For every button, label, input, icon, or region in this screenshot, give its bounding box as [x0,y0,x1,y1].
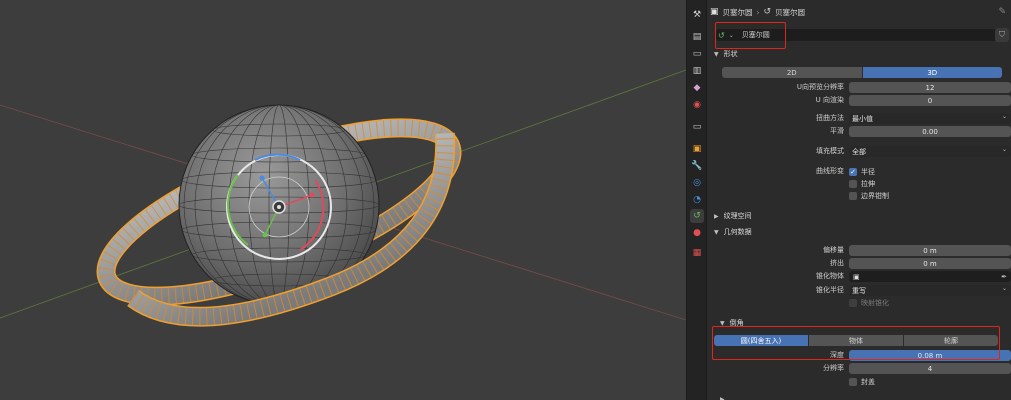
collapsed-arrow-icon: ▶ [714,212,719,220]
viewport-scene [0,69,686,327]
section-texture-space-title: 纹理空间 [723,212,752,220]
physics-tab-icon[interactable]: ◔ [690,193,704,207]
render-tab-icon[interactable]: ▤ [690,30,704,44]
resolution-label: 分辨率 [823,364,844,372]
section-shape[interactable]: ▼ 形状 [708,47,1011,61]
resolution-field[interactable]: 4 [849,363,1011,374]
taper-radius-value: 重写 [852,286,866,295]
section-texture-space[interactable]: ▶ 纹理空间 [708,209,1011,223]
smooth-field[interactable]: 0.00 [849,126,1011,137]
fill-mode-dropdown[interactable]: 全部 ⌄ [849,146,1011,157]
offset-label: 偏移量 [823,246,844,254]
datablock-name-value[interactable]: 贝塞尔圆 [742,30,770,40]
twist-method-dropdown[interactable]: 最小值 ⌄ [849,113,1011,124]
taper-object-field[interactable]: ▣ ✒ [849,271,1011,282]
fill-mode-value: 全部 [852,147,866,156]
dim-3d-button[interactable]: 3D [862,67,1002,78]
chevron-down-icon[interactable]: ⌄ [729,32,734,39]
twist-method-value: 最小值 [852,114,873,123]
dim-2d-button[interactable]: 2D [722,67,863,78]
fill-caps-checkbox[interactable]: 封盖 [849,377,875,387]
curve-data-icon: ↺ [718,30,725,40]
section-shape-title: 形状 [723,50,738,58]
checkbox-icon [849,192,857,200]
breadcrumb-data[interactable]: 贝塞尔圆 [775,7,805,18]
bevel-mode-object-button[interactable]: 物体 [809,335,904,346]
collapsed-arrow-icon: ▶ [720,395,725,400]
object-icon: ▣ [853,272,860,281]
chevron-down-icon: ⌄ [1001,146,1007,153]
bounds-clamp-checkbox[interactable]: 边界钳制 [849,191,889,201]
properties-editor: ⚒ ▤ ▭ ▥ ◆ ◉ ▭ ▣ 🔧 ◎ ◔ ↺ ● ▦ ▣ 贝塞尔圆 › ↺ 贝… [686,0,1011,400]
offset-field[interactable]: 0 m [849,245,1011,256]
particles-tab-icon[interactable]: ◎ [690,176,704,190]
taper-object-label: 锥化物体 [816,272,844,280]
modifier-tab-icon[interactable]: 🔧 [690,159,704,173]
3d-viewport[interactable] [0,0,686,400]
section-geometry[interactable]: ▼ 几何数据 [708,225,1011,239]
checkmark-icon: ✓ [849,168,857,176]
radius-label: 半径 [861,168,875,176]
chevron-down-icon: ⌄ [1001,113,1007,120]
u-render-label: U 向渲染 [815,96,844,104]
map-taper-checkbox[interactable]: 映射锥化 [849,298,889,308]
breadcrumb: ▣ 贝塞尔圆 › ↺ 贝塞尔圆 ✎ [708,0,1011,24]
checkbox-icon [849,378,857,386]
taper-radius-dropdown[interactable]: 重写 ⌄ [849,285,1011,296]
u-render-field[interactable]: 0 [849,95,1011,106]
expanded-arrow-icon: ▼ [714,50,719,58]
expanded-arrow-icon: ▼ [714,228,719,236]
object-icon: ▣ [710,7,719,17]
section-bevel-title: 倒角 [729,319,744,327]
fill-caps-label: 封盖 [861,378,875,386]
checkbox-icon [849,299,857,307]
bevel-mode-toggle: 圆(四舍五入) 物体 轮廓 [714,335,998,346]
bevel-mode-round-button[interactable]: 圆(四舍五入) [714,335,809,346]
u-preview-field[interactable]: 12 [849,82,1011,93]
section-next[interactable]: ▶ [708,392,1011,400]
properties-panel: ▣ 贝塞尔圆 › ↺ 贝塞尔圆 ✎ ↺ ⌄ 贝塞尔圆 ⛉ ▼ 形状 2D 3D … [708,0,1011,400]
bounds-clamp-label: 边界钳制 [861,192,889,200]
stretch-checkbox[interactable]: 拉伸 [849,179,875,189]
collection-tab-icon[interactable]: ▭ [690,120,704,134]
taper-radius-label: 锥化半径 [816,286,844,294]
scene-tab-icon[interactable]: ◆ [690,81,704,95]
depth-label: 深度 [830,351,844,359]
smooth-label: 平滑 [830,127,844,135]
checkbox-icon [849,180,857,188]
twist-method-label: 扭曲方法 [816,114,844,122]
world-tab-icon[interactable]: ◉ [690,98,704,112]
view-layer-tab-icon[interactable]: ▥ [690,64,704,78]
chevron-down-icon: ⌄ [1001,285,1007,292]
breadcrumb-object[interactable]: 贝塞尔圆 [723,7,753,18]
material-tab-icon[interactable]: ● [690,226,704,240]
u-preview-label: U向预览分辨率 [796,83,844,91]
curve-icon: ↺ [763,7,772,17]
extrude-field[interactable]: 0 m [849,258,1011,269]
breadcrumb-separator-icon: › [756,7,760,17]
dimensions-toggle: 2D 3D [722,67,1002,78]
extrude-label: 挤出 [830,259,844,267]
fill-mode-label: 填充模式 [816,147,844,155]
map-taper-label: 映射锥化 [861,299,889,307]
properties-tab-bar: ⚒ ▤ ▭ ▥ ◆ ◉ ▭ ▣ 🔧 ◎ ◔ ↺ ● ▦ [687,0,707,400]
section-bevel[interactable]: ▼ 倒角 [708,316,1011,330]
curve-data-tab-icon[interactable]: ↺ [690,209,704,223]
stretch-label: 拉伸 [861,180,875,188]
depth-field[interactable]: 0.08 m [849,350,1011,361]
fake-user-shield-icon[interactable]: ⛉ [995,28,1009,42]
expanded-arrow-icon: ▼ [720,319,725,327]
tool-tab-icon[interactable]: ⚒ [690,8,704,22]
curve-deform-label: 曲线形变 [816,167,844,175]
object-tab-icon[interactable]: ▣ [690,142,704,156]
output-tab-icon[interactable]: ▭ [690,47,704,61]
radius-checkbox[interactable]: ✓ 半径 [849,167,875,177]
texture-tab-icon[interactable]: ▦ [690,246,704,260]
datablock-name-field[interactable]: ↺ ⌄ 贝塞尔圆 ⛉ [716,28,1009,42]
bevel-mode-profile-button[interactable]: 轮廓 [904,335,998,346]
pin-icon[interactable]: ✎ [998,7,1006,17]
eyedropper-icon[interactable]: ✒ [1001,273,1007,281]
section-geometry-title: 几何数据 [723,228,752,236]
